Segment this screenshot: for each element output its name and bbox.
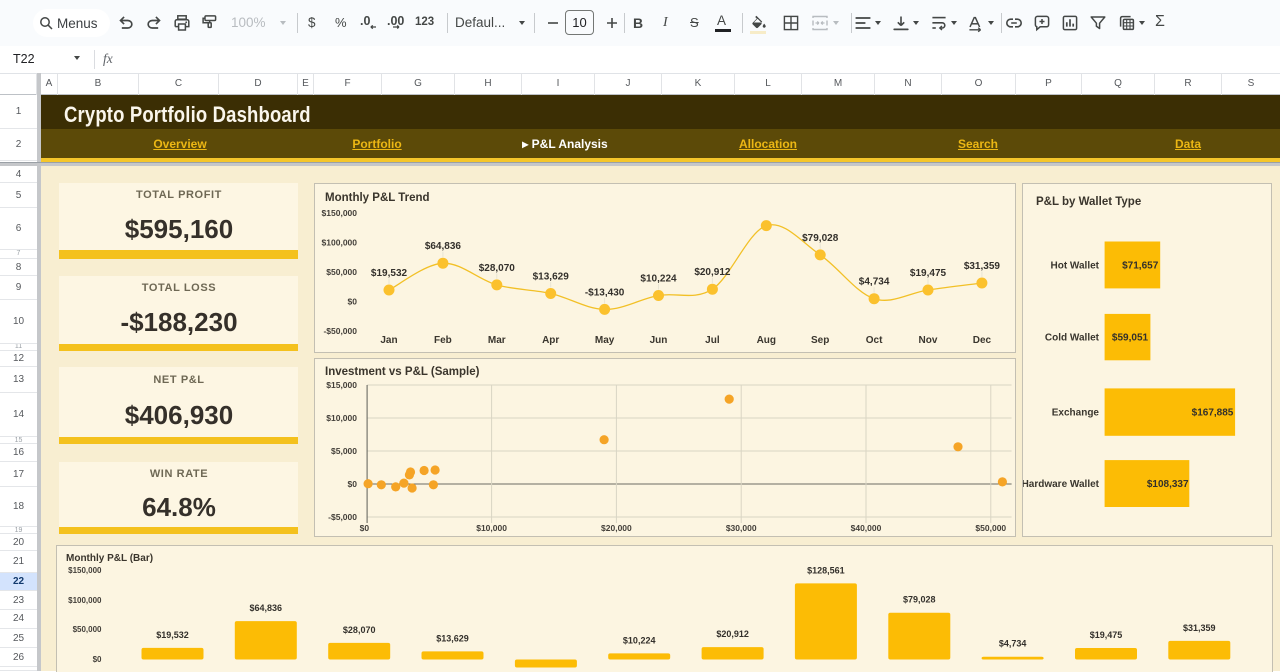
svg-text:May: May — [595, 335, 615, 346]
svg-text:-$5,000: -$5,000 — [328, 512, 357, 522]
svg-text:Apr: Apr — [542, 335, 559, 346]
svg-text:$4,734: $4,734 — [998, 639, 1026, 649]
svg-text:Dec: Dec — [973, 335, 992, 346]
svg-text:Oct: Oct — [866, 335, 883, 346]
svg-text:$108,337: $108,337 — [1147, 479, 1189, 490]
svg-text:Monthly P&L (Bar): Monthly P&L (Bar) — [66, 553, 153, 564]
svg-text:$19,532: $19,532 — [371, 268, 408, 279]
svg-text:Hardware Wallet: Hardware Wallet — [1022, 479, 1100, 490]
svg-text:$10,000: $10,000 — [326, 413, 357, 423]
svg-text:$20,000: $20,000 — [601, 523, 632, 533]
svg-text:-$13,430: -$13,430 — [585, 287, 625, 298]
svg-text:$10,000: $10,000 — [476, 523, 507, 533]
svg-text:Feb: Feb — [434, 335, 452, 346]
svg-text:Investment vs P&L (Sample): Investment vs P&L (Sample) — [325, 366, 480, 378]
svg-text:Jan: Jan — [380, 335, 397, 346]
svg-text:$5,000: $5,000 — [331, 446, 357, 456]
svg-text:$20,912: $20,912 — [716, 629, 749, 639]
svg-text:Jun: Jun — [650, 335, 668, 346]
svg-text:$150,000: $150,000 — [68, 566, 102, 575]
svg-text:$0: $0 — [360, 523, 370, 533]
svg-text:$59,051: $59,051 — [1112, 333, 1149, 344]
svg-text:$150,000: $150,000 — [322, 208, 358, 218]
svg-text:$10,224: $10,224 — [622, 635, 655, 645]
svg-text:$10,224: $10,224 — [640, 274, 677, 285]
svg-text:$28,070: $28,070 — [479, 263, 516, 274]
svg-text:$31,359: $31,359 — [1183, 623, 1216, 633]
svg-text:$79,028: $79,028 — [903, 595, 936, 605]
svg-text:Cold Wallet: Cold Wallet — [1045, 333, 1100, 344]
svg-text:Mar: Mar — [488, 335, 506, 346]
svg-text:$20,912: $20,912 — [694, 267, 731, 278]
svg-text:$15,000: $15,000 — [326, 380, 357, 390]
svg-text:$64,836: $64,836 — [425, 241, 462, 252]
svg-text:$100,000: $100,000 — [68, 596, 102, 605]
svg-text:$28,070: $28,070 — [342, 625, 375, 635]
svg-text:$0: $0 — [92, 655, 101, 664]
svg-text:$167,885: $167,885 — [1192, 408, 1234, 419]
svg-text:$30,000: $30,000 — [726, 523, 757, 533]
svg-text:$13,629: $13,629 — [436, 633, 469, 643]
svg-text:Sep: Sep — [811, 335, 829, 346]
svg-text:Exchange: Exchange — [1052, 408, 1100, 419]
svg-text:$64,836: $64,836 — [249, 603, 282, 613]
svg-text:Hot Wallet: Hot Wallet — [1050, 261, 1099, 272]
svg-text:$50,000: $50,000 — [975, 523, 1006, 533]
svg-text:$128,561: $128,561 — [807, 565, 845, 575]
svg-text:$40,000: $40,000 — [851, 523, 882, 533]
svg-text:$0: $0 — [348, 296, 358, 306]
svg-text:$31,359: $31,359 — [964, 261, 1001, 272]
svg-text:Nov: Nov — [919, 335, 938, 346]
svg-text:$100,000: $100,000 — [322, 237, 358, 247]
svg-text:Monthly P&L Trend: Monthly P&L Trend — [325, 192, 430, 204]
svg-text:$19,475: $19,475 — [1089, 630, 1122, 640]
svg-text:$13,629: $13,629 — [533, 272, 570, 283]
svg-text:-$50,000: -$50,000 — [323, 326, 357, 336]
svg-text:P&L by Wallet Type: P&L by Wallet Type — [1036, 196, 1141, 208]
svg-text:$50,000: $50,000 — [326, 267, 357, 277]
svg-text:$4,734: $4,734 — [859, 277, 890, 288]
svg-text:Aug: Aug — [757, 335, 776, 346]
svg-text:$50,000: $50,000 — [72, 625, 101, 634]
svg-text:$71,657: $71,657 — [1122, 261, 1159, 272]
svg-text:$0: $0 — [348, 479, 358, 489]
svg-text:Jul: Jul — [705, 335, 720, 346]
svg-text:$19,532: $19,532 — [156, 630, 189, 640]
svg-text:$19,475: $19,475 — [910, 268, 947, 279]
svg-text:$79,028: $79,028 — [802, 233, 839, 244]
